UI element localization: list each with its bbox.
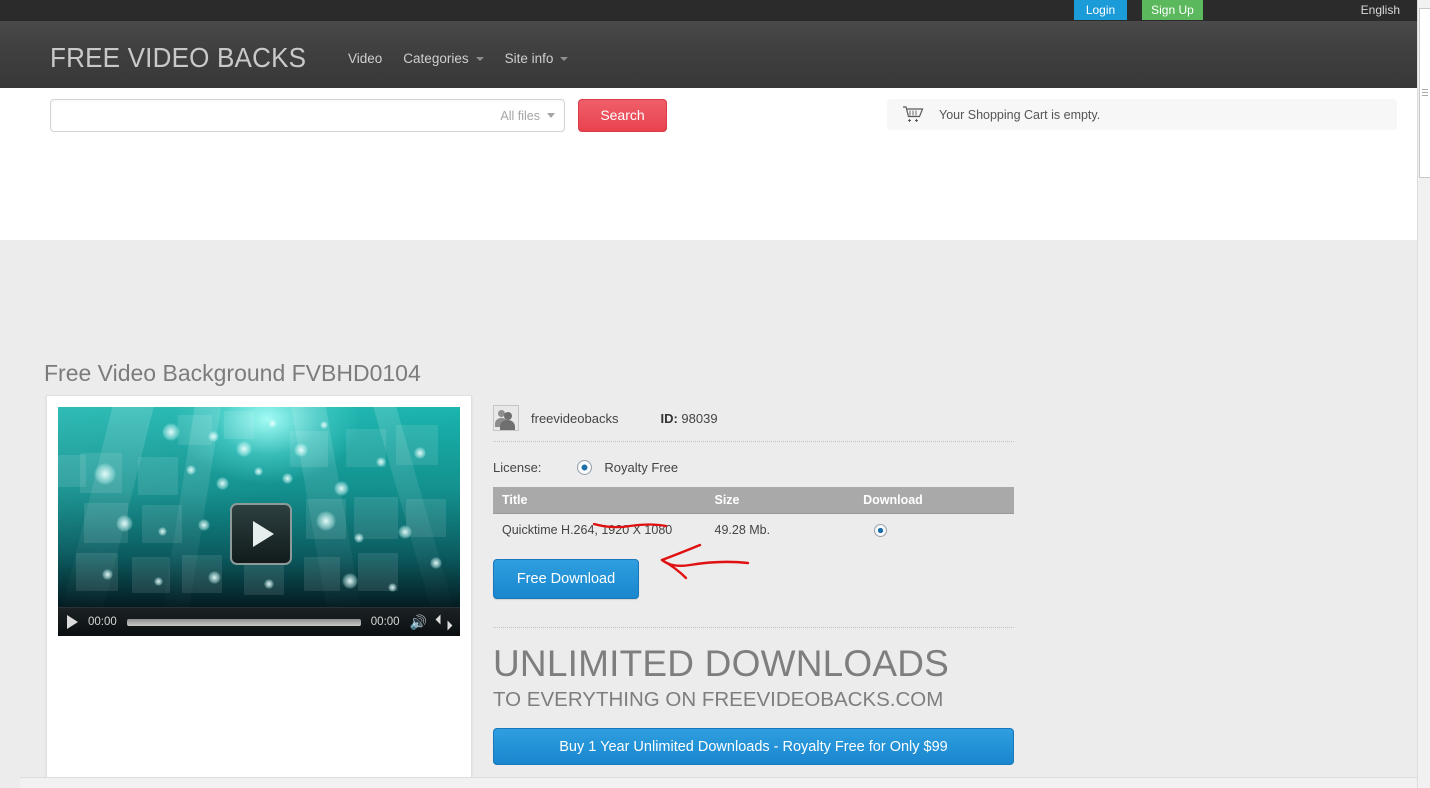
main-navigation: Video Categories Site info (348, 51, 569, 66)
shopping-cart-banner[interactable]: Your Shopping Cart is empty. (887, 99, 1397, 130)
download-radio[interactable] (874, 523, 888, 537)
nav-label: Video (348, 51, 383, 66)
video-player[interactable]: 00:00 00:00 🔊 (58, 407, 460, 636)
nav-label: Site info (504, 51, 554, 66)
nav-label: Categories (403, 51, 469, 66)
file-type-filter-label: All files (500, 108, 540, 123)
play-button-icon[interactable] (230, 503, 292, 565)
file-size: 49.28 Mb. (705, 513, 855, 546)
top-utility-bar: Login Sign Up English (0, 0, 1418, 21)
detail-column: freevideobacks ID: 98039 License: Royalt… (493, 395, 1014, 788)
vertical-scrollbar[interactable] (1417, 0, 1430, 788)
nav-item-video[interactable]: Video (348, 51, 382, 66)
shopping-cart-icon (903, 106, 924, 122)
video-controls: 00:00 00:00 🔊 (58, 607, 460, 636)
signup-button[interactable]: Sign Up (1142, 0, 1203, 20)
column-header-title: Title (493, 487, 706, 514)
file-download-cell (854, 513, 1014, 546)
nav-item-site-info[interactable]: Site info (505, 51, 569, 66)
license-radio[interactable] (577, 459, 593, 475)
site-logo[interactable]: FREE VIDEO BACKS (50, 42, 306, 74)
file-type-filter-dropdown[interactable]: All files (500, 100, 555, 131)
buy-royalty-free-button[interactable]: Buy 1 Year Unlimited Downloads - Royalty… (493, 728, 1014, 765)
horizontal-scrollbar[interactable] (20, 777, 1418, 788)
asset-id: ID: 98039 (660, 411, 717, 426)
table-header-row: Title Size Download (493, 487, 1014, 514)
section-divider (493, 627, 1014, 628)
chevron-down-icon (475, 56, 484, 61)
search-button[interactable]: Search (578, 99, 667, 132)
play-icon[interactable] (67, 615, 78, 629)
table-row: Quicktime H.264, 1920 X 1080 49.28 Mb. (493, 513, 1014, 546)
site-header: FREE VIDEO BACKS Video Categories Site i… (0, 21, 1418, 89)
current-time: 00:00 (88, 616, 117, 628)
promo-title: UNLIMITED DOWNLOADS (493, 643, 950, 684)
scrollbar-grip-icon (1422, 89, 1428, 97)
author-row: freevideobacks ID: 98039 (493, 395, 1014, 442)
promo-subtitle: TO EVERYTHING ON FREEVIDEOBACKS.COM (493, 688, 944, 711)
license-row: License: Royalty Free (493, 442, 1014, 484)
users-avatar-icon (493, 405, 519, 431)
asset-id-label: ID: (660, 410, 678, 426)
fullscreen-icon[interactable] (437, 616, 451, 629)
chevron-down-icon (547, 113, 555, 118)
license-label: License: (493, 459, 542, 475)
column-header-download: Download (854, 487, 1014, 514)
files-table: Title Size Download Quicktime H.264, 192… (493, 487, 1014, 546)
video-thumbnail (58, 407, 460, 607)
search-bar-region: All files Search Your Shopping Cart is e… (0, 88, 1418, 240)
browser-viewport: Login Sign Up English FREE VIDEO BACKS V… (0, 0, 1418, 788)
login-button[interactable]: Login (1074, 0, 1127, 20)
free-download-button[interactable]: Free Download (493, 559, 639, 599)
language-selector[interactable]: English (1361, 0, 1400, 20)
duration-time: 00:00 (370, 616, 400, 628)
main-content: Free Video Background FVBHD0104 00:00 00… (0, 240, 1418, 788)
column-header-size: Size (705, 487, 855, 514)
vertical-scrollbar-thumb[interactable] (1419, 8, 1430, 178)
video-preview-card: 00:00 00:00 🔊 (46, 395, 472, 788)
progress-slider[interactable] (126, 618, 361, 626)
license-option-label: Royalty Free (604, 459, 679, 475)
search-field-wrapper: All files (50, 99, 565, 132)
chevron-down-icon (560, 56, 569, 61)
author-name[interactable]: freevideobacks (531, 411, 618, 426)
search-input[interactable] (51, 100, 501, 129)
page-title: Free Video Background FVBHD0104 (44, 360, 421, 386)
asset-id-value: 98039 (681, 410, 718, 426)
volume-icon[interactable]: 🔊 (410, 615, 427, 629)
nav-item-categories[interactable]: Categories (403, 51, 484, 66)
file-title: Quicktime H.264, 1920 X 1080 (493, 513, 706, 546)
cart-status-text: Your Shopping Cart is empty. (939, 107, 1101, 122)
